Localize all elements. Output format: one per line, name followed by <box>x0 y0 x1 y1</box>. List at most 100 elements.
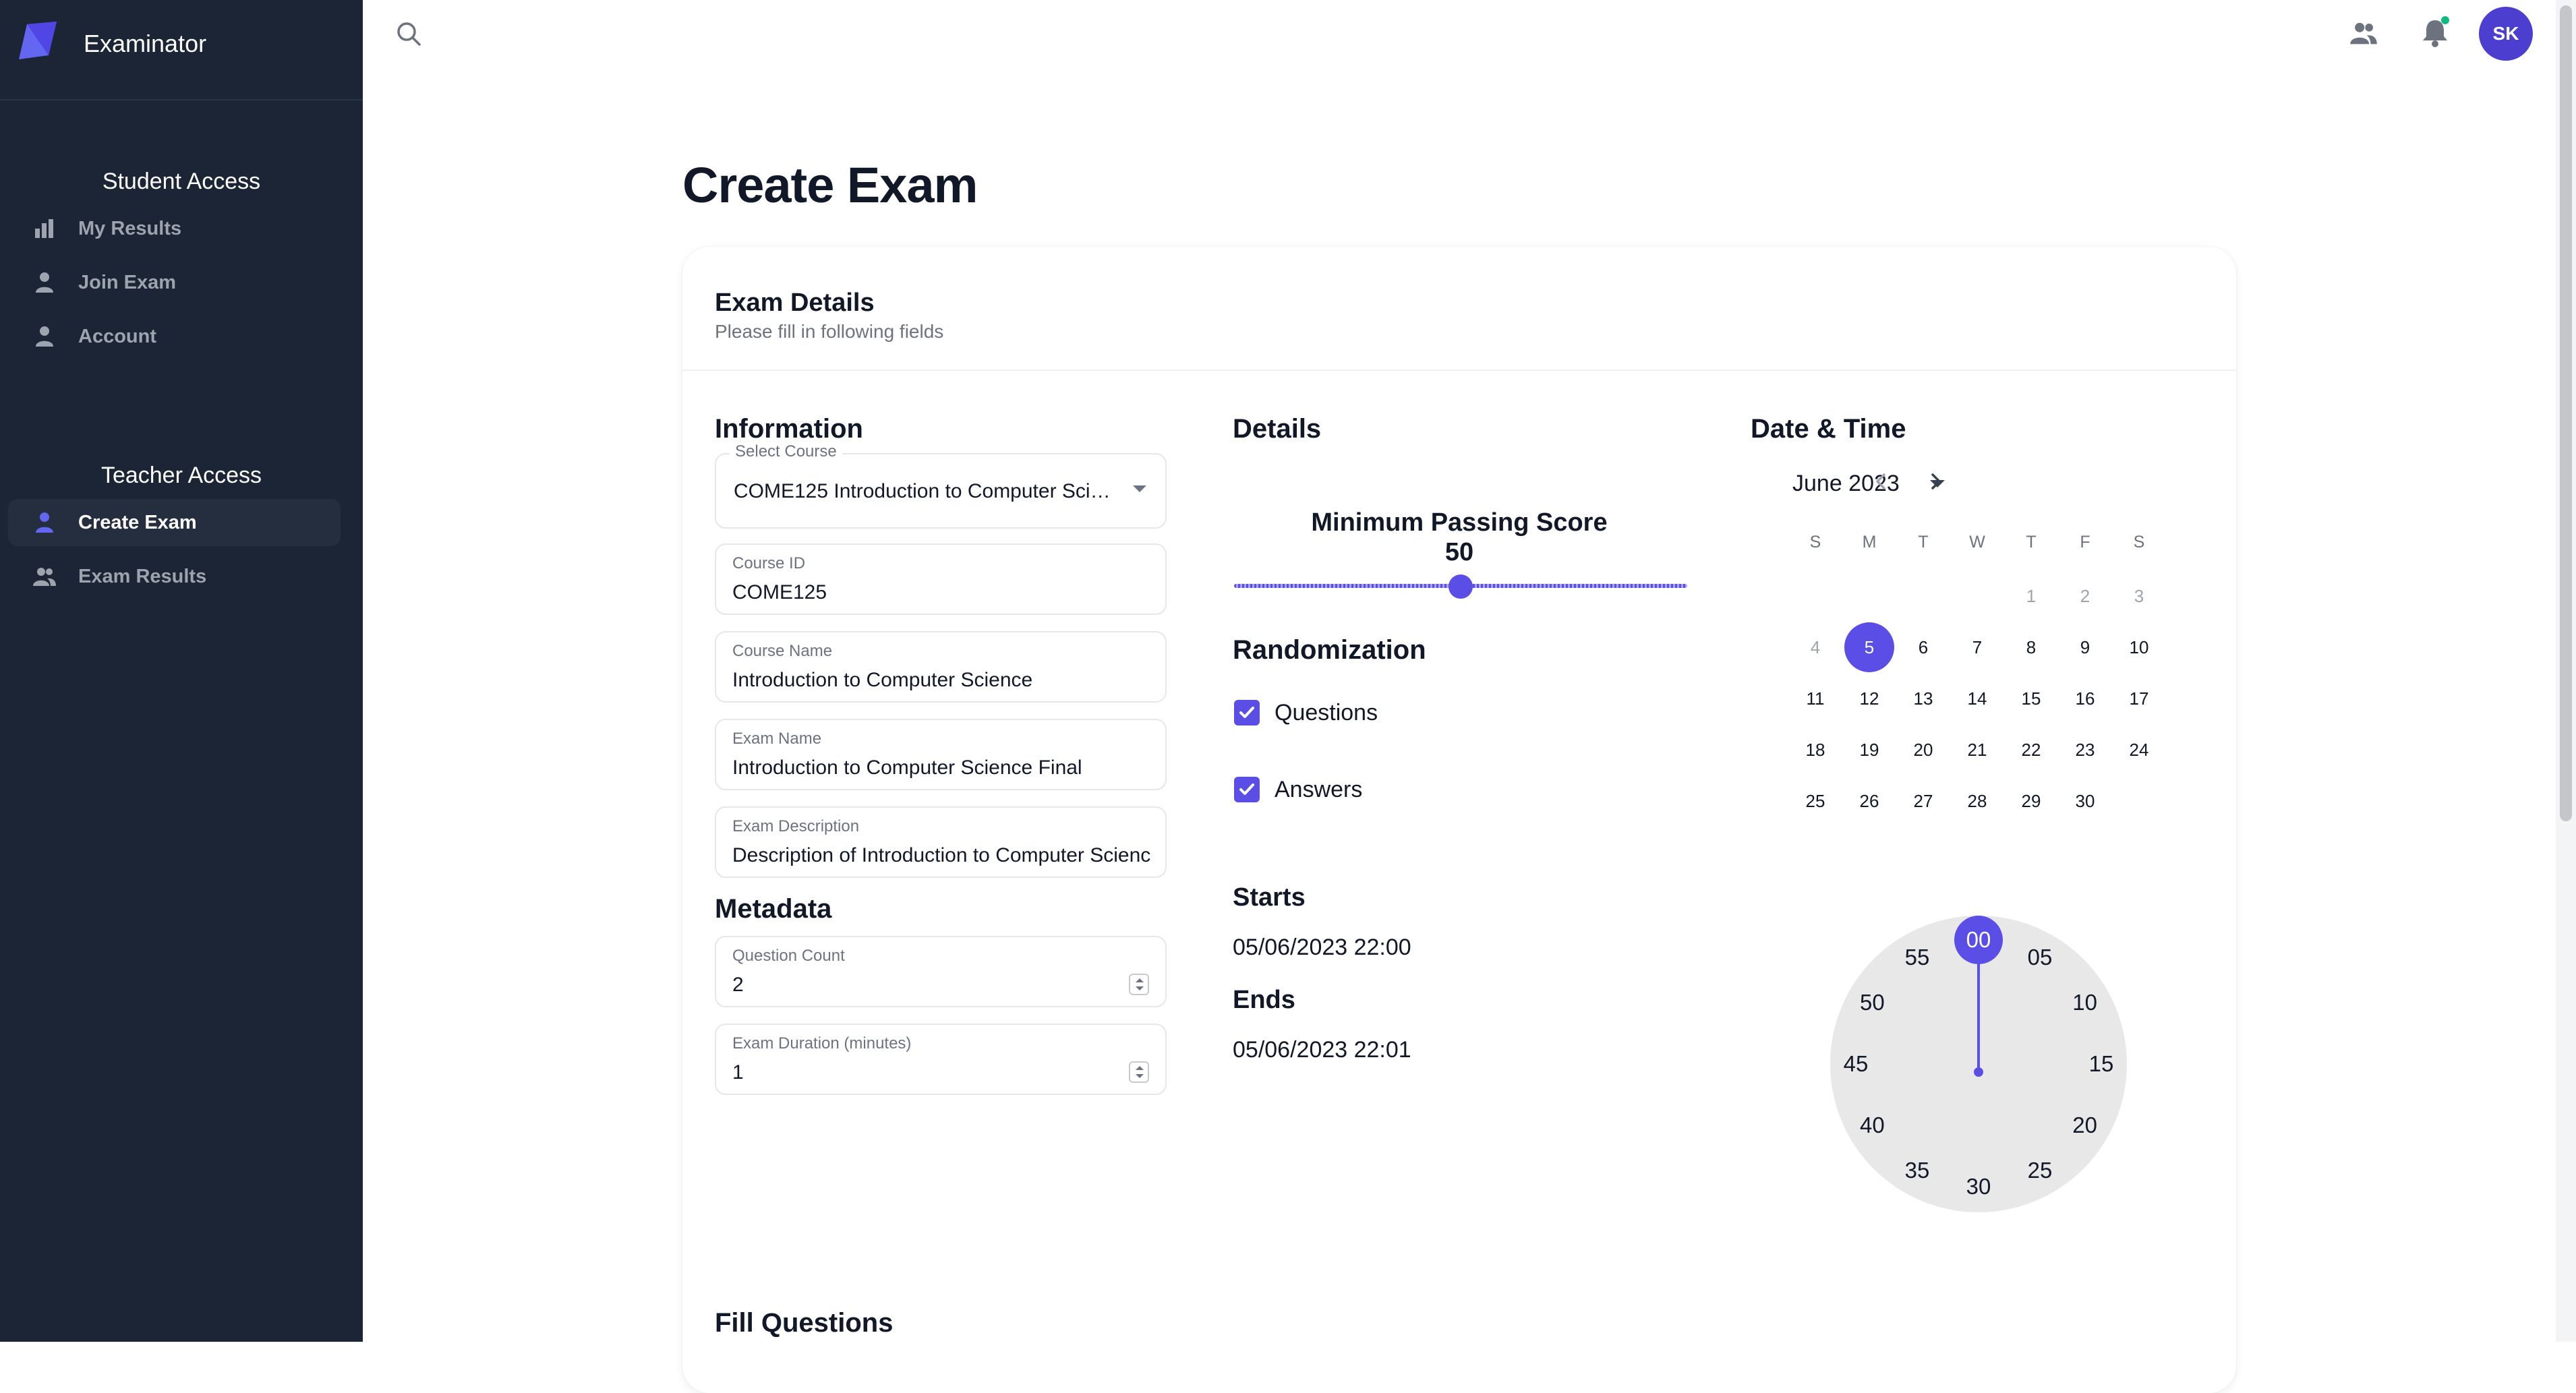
calendar-day[interactable]: 22 <box>2006 725 2056 775</box>
calendar-day[interactable]: 27 <box>1898 776 1948 826</box>
calendar-day[interactable]: 25 <box>1790 776 1840 826</box>
logo-icon[interactable] <box>18 20 58 64</box>
questions-checkbox-label[interactable]: Questions <box>1275 700 1378 726</box>
answers-checkbox-label[interactable]: Answers <box>1275 777 1362 803</box>
calendar-day[interactable]: 15 <box>2006 674 2056 723</box>
previous-month-button[interactable] <box>1868 468 1895 495</box>
sidebar-item-join-exam[interactable]: Join Exam <box>8 259 341 306</box>
contacts-icon[interactable] <box>2349 19 2378 51</box>
student-section-title: Student Access <box>102 169 261 194</box>
calendar-day[interactable]: 2 <box>2060 571 2110 621</box>
calendar-day[interactable]: 23 <box>2060 725 2110 775</box>
sidebar-item-label: Exam Results <box>78 565 207 587</box>
calendar-day[interactable]: 13 <box>1898 674 1948 723</box>
exam-duration-field[interactable]: Exam Duration (minutes) 1 <box>715 1024 1167 1095</box>
scrollbar-thumb[interactable] <box>2560 5 2572 821</box>
user-icon <box>32 510 57 535</box>
calendar-day[interactable]: 19 <box>1844 725 1894 775</box>
weekday-label: S <box>2133 532 2145 552</box>
calendar-day[interactable]: 3 <box>2114 571 2164 621</box>
card-title: Exam Details <box>715 289 875 317</box>
exam-details-card: Exam Details Please fill in following fi… <box>682 247 2236 1393</box>
calendar-day[interactable]: 6 <box>1898 622 1948 672</box>
sidebar-item-create-exam[interactable]: Create Exam <box>8 499 341 546</box>
answers-checkbox[interactable] <box>1234 777 1260 802</box>
field-value: 1 <box>732 1061 744 1084</box>
field-value: 2 <box>732 974 744 996</box>
next-month-button[interactable] <box>1922 468 1949 495</box>
calendar-day[interactable]: 24 <box>2114 725 2164 775</box>
calendar-day[interactable]: 1 <box>2006 571 2056 621</box>
clock-minute[interactable]: 15 <box>2081 1044 2121 1084</box>
starts-label: Starts <box>1233 883 1306 912</box>
weekday-label: M <box>1862 532 1877 552</box>
calendar-day[interactable]: 14 <box>1952 674 2002 723</box>
calendar-day[interactable]: 17 <box>2114 674 2164 723</box>
clock-minute[interactable]: 50 <box>1852 982 1892 1023</box>
fill-questions-title: Fill Questions <box>715 1308 894 1338</box>
card-subtitle: Please fill in following fields <box>715 321 944 342</box>
number-stepper[interactable] <box>1129 1061 1149 1083</box>
select-course-dropdown[interactable]: Select Course COME125 Introduction to Co… <box>715 442 1167 529</box>
calendar-day[interactable]: 11 <box>1790 674 1840 723</box>
field-value: Introduction to Computer Science <box>732 669 1033 691</box>
exam-description-field[interactable]: Exam Description Description of Introduc… <box>715 806 1167 878</box>
questions-checkbox[interactable] <box>1234 700 1260 725</box>
sidebar-item-label: Create Exam <box>78 511 197 533</box>
slider-thumb[interactable] <box>1448 574 1473 599</box>
sidebar: Examinator Student Access My Results Joi… <box>0 0 363 1342</box>
clock-minute[interactable]: 30 <box>1958 1166 1999 1207</box>
calendar-day[interactable]: 28 <box>1952 776 2002 826</box>
sidebar-item-account[interactable]: Account <box>8 313 341 360</box>
clock-minute[interactable]: 45 <box>1836 1044 1876 1084</box>
calendar-day[interactable]: 9 <box>2060 622 2110 672</box>
passing-score-value: 50 <box>1444 538 1474 566</box>
course-id-field[interactable]: Course ID COME125 <box>715 543 1167 615</box>
question-count-field[interactable]: Question Count 2 <box>715 936 1167 1007</box>
field-label: Question Count <box>732 947 845 965</box>
field-value: COME125 <box>732 581 827 603</box>
calendar-day[interactable]: 16 <box>2060 674 2110 723</box>
users-icon <box>32 564 57 589</box>
calendar-day[interactable]: 30 <box>2060 776 2110 826</box>
clock-minute[interactable]: 40 <box>1852 1105 1892 1146</box>
course-name-field[interactable]: Course Name Introduction to Computer Sci… <box>715 631 1167 703</box>
clock-minute[interactable]: 20 <box>2065 1105 2105 1146</box>
starts-value: 05/06/2023 22:00 <box>1233 935 1411 960</box>
calendar-day[interactable]: 10 <box>2114 622 2164 672</box>
ends-value: 05/06/2023 22:01 <box>1233 1037 1411 1063</box>
selected-minute[interactable]: 00 <box>1954 916 2003 964</box>
calendar-day[interactable]: 18 <box>1790 725 1840 775</box>
field-label: Select Course <box>730 442 842 461</box>
field-value: Introduction to Computer Science Final <box>732 757 1082 779</box>
bell-icon[interactable] <box>2420 16 2451 52</box>
clock-minute[interactable]: 35 <box>1897 1150 1937 1191</box>
weekday-label: T <box>1918 532 1929 552</box>
calendar-day[interactable]: 5 <box>1844 622 1894 672</box>
sidebar-item-my-results[interactable]: My Results <box>8 205 341 252</box>
clock-minute[interactable]: 10 <box>2065 982 2105 1023</box>
calendar-day[interactable]: 7 <box>1952 622 2002 672</box>
exam-name-field[interactable]: Exam Name Introduction to Computer Scien… <box>715 719 1167 790</box>
calendar-day[interactable]: 29 <box>2006 776 2056 826</box>
sidebar-item-label: Join Exam <box>78 271 177 293</box>
weekday-label: S <box>1809 532 1821 552</box>
clock-minute[interactable]: 25 <box>2020 1150 2060 1191</box>
calendar-day[interactable]: 4 <box>1790 622 1840 672</box>
calendar-day[interactable]: 26 <box>1844 776 1894 826</box>
sidebar-item-exam-results[interactable]: Exam Results <box>8 553 341 600</box>
number-stepper[interactable] <box>1129 974 1149 995</box>
calendar-day[interactable]: 12 <box>1844 674 1894 723</box>
field-value: COME125 Introduction to Computer Science <box>734 480 1111 502</box>
sidebar-item-label: My Results <box>78 217 182 239</box>
clock-minute[interactable]: 05 <box>2020 937 2060 978</box>
clock-minute[interactable]: 55 <box>1897 937 1937 978</box>
search-icon[interactable] <box>394 19 423 49</box>
calendar-day[interactable]: 21 <box>1952 725 2002 775</box>
avatar[interactable]: SK <box>2479 7 2533 61</box>
app-name: Examinator <box>84 30 207 57</box>
calendar-day[interactable]: 8 <box>2006 622 2056 672</box>
user-icon <box>32 324 57 349</box>
weekday-label: W <box>1969 532 1985 552</box>
calendar-day[interactable]: 20 <box>1898 725 1948 775</box>
